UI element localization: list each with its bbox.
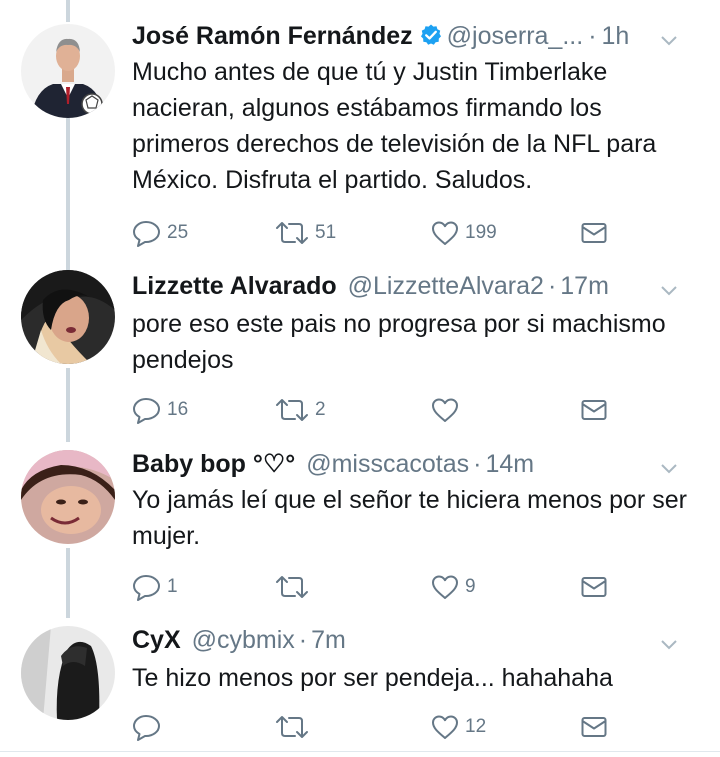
reply-icon	[132, 573, 162, 601]
tweet-header: CyX @cybmix · 7m	[132, 622, 700, 658]
tweet-actions: 16 2	[132, 395, 612, 425]
retweet-button[interactable]: 51	[274, 218, 336, 248]
like-button[interactable]: 199	[430, 218, 497, 248]
like-button[interactable]: 9	[430, 572, 476, 602]
tweet[interactable]: CyX @cybmix · 7m Te hizo menos por ser pen…	[0, 622, 720, 757]
avatar[interactable]	[21, 24, 115, 118]
reply-button[interactable]: 25	[132, 218, 188, 248]
reply-count: 25	[167, 222, 189, 243]
author-name[interactable]: CyX	[132, 626, 181, 654]
like-count: 12	[465, 716, 487, 737]
tweet-actions: 1 9	[132, 572, 612, 602]
tweet-time[interactable]: 1h	[602, 22, 630, 50]
separator: ·	[588, 22, 597, 50]
heart-icon	[430, 396, 460, 424]
tweet-header: Lizzette Alvarado @LizzetteAlvara2 · 17m	[132, 268, 700, 304]
divider	[0, 751, 720, 752]
like-count: 9	[465, 576, 476, 597]
retweet-icon	[274, 219, 310, 247]
heart-icon	[430, 219, 460, 247]
author-name[interactable]: Baby bop °♡°	[132, 450, 295, 478]
retweet-icon	[274, 396, 310, 424]
tweet[interactable]: Lizzette Alvarado @LizzetteAlvara2 · 17m p…	[0, 268, 720, 438]
reply-button[interactable]	[132, 712, 167, 742]
reply-icon	[132, 219, 162, 247]
tweet-time[interactable]: 17m	[560, 272, 609, 300]
separator: ·	[547, 272, 557, 300]
tweet-text: Yo jamás leí que el señor te hiciera men…	[132, 486, 687, 550]
like-button[interactable]: 12	[430, 712, 486, 742]
author-handle[interactable]: @joserra_...	[447, 22, 584, 50]
retweet-button[interactable]: 2	[274, 395, 326, 425]
separator: ·	[298, 626, 308, 654]
author-name[interactable]: Lizzette Alvarado	[132, 272, 337, 300]
reply-count: 1	[167, 576, 178, 597]
reply-button[interactable]: 16	[132, 395, 188, 425]
reply-icon	[132, 713, 162, 741]
message-button[interactable]	[580, 395, 608, 425]
tweet-text: Mucho antes de que tú y Justin Timberlak…	[132, 58, 657, 194]
tweet-text: pore eso este pais no progresa por si ma…	[132, 310, 666, 374]
retweet-count: 51	[315, 222, 337, 243]
avatar[interactable]	[21, 270, 115, 364]
envelope-icon	[580, 574, 608, 600]
retweet-button[interactable]	[274, 572, 315, 602]
tweet-header: Baby bop °♡° @misscacotas · 14m	[132, 446, 700, 482]
retweet-icon	[274, 573, 310, 601]
retweet-button[interactable]	[274, 712, 315, 742]
tweet-time[interactable]: 7m	[311, 626, 346, 654]
heart-icon	[430, 713, 460, 741]
tweet-actions: 12	[132, 712, 612, 742]
tweet-actions: 25 51 199	[132, 218, 612, 248]
author-handle[interactable]: @misscacotas	[306, 450, 469, 478]
tweet-text: Te hizo menos por ser pendeja... hahahah…	[132, 664, 613, 692]
reply-button[interactable]: 1	[132, 572, 178, 602]
tweet[interactable]: José Ramón Fernández @joserra_... · 1h Much…	[0, 0, 720, 268]
retweet-count: 2	[315, 399, 326, 420]
verified-badge-icon	[419, 21, 443, 57]
envelope-icon	[580, 714, 608, 740]
envelope-icon	[580, 220, 608, 246]
heart-icon	[430, 573, 460, 601]
message-button[interactable]	[580, 572, 608, 602]
avatar[interactable]	[21, 450, 115, 544]
envelope-icon	[580, 397, 608, 423]
author-handle[interactable]: @cybmix	[192, 626, 295, 654]
avatar[interactable]	[21, 626, 115, 720]
message-button[interactable]	[580, 218, 608, 248]
reply-count: 16	[167, 399, 189, 420]
tweet-header: José Ramón Fernández @joserra_... · 1h	[132, 18, 700, 54]
tweet-time[interactable]: 14m	[485, 450, 534, 478]
separator: ·	[473, 450, 482, 478]
author-handle[interactable]: @LizzetteAlvara2	[348, 272, 544, 300]
tweet[interactable]: Baby bop °♡° @misscacotas · 14m Yo jamás l…	[0, 446, 720, 616]
message-button[interactable]	[580, 712, 608, 742]
author-name[interactable]: José Ramón Fernández	[132, 22, 413, 50]
retweet-icon	[274, 713, 310, 741]
like-button[interactable]	[430, 395, 465, 425]
reply-icon	[132, 396, 162, 424]
like-count: 199	[465, 222, 497, 243]
